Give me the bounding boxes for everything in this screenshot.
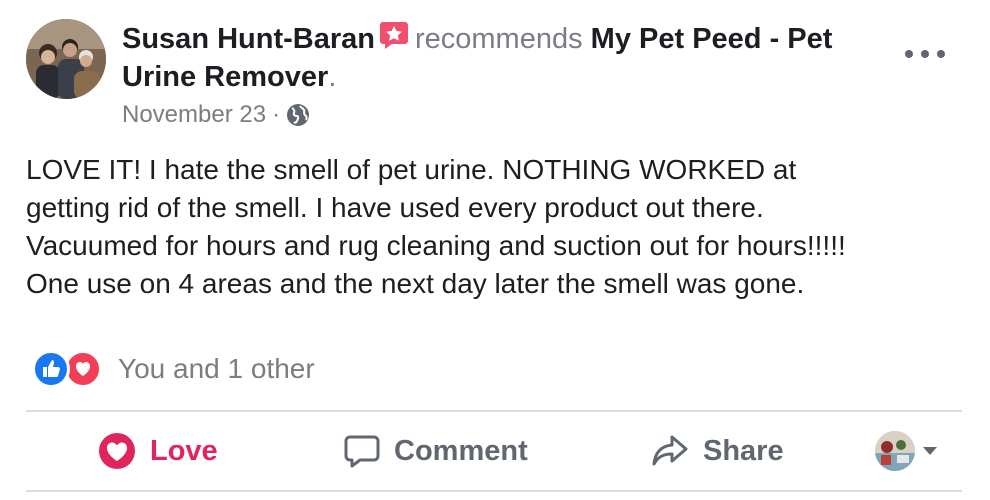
user-avatar [875,431,915,471]
reaction-icons [32,350,104,388]
share-button[interactable]: Share [651,412,784,490]
heart-icon [99,433,135,469]
post-actions-bar: Love Comment Share [26,412,962,490]
love-button-label: Love [150,434,218,467]
post-header: Susan Hunt-Baran recommends My Pet Peed -… [122,20,892,96]
actions-bottom-divider [26,490,962,492]
comment-button-label: Comment [394,434,528,467]
post-meta: November 23 · [122,101,310,129]
meta-separator: · [272,101,281,128]
recommends-text: recommends [414,23,583,55]
author-avatar[interactable] [26,19,106,99]
post-title-line: Susan Hunt-Baran recommends My Pet Peed -… [122,20,892,96]
thumbs-up-icon [32,350,70,388]
recommend-star-badge-icon [379,22,408,49]
globe-icon[interactable] [286,103,310,127]
recommendation-post: Susan Hunt-Baran recommends My Pet Peed -… [0,0,990,500]
author-name[interactable]: Susan Hunt-Baran [122,23,375,55]
comment-bubble-icon [344,435,380,468]
more-options-button[interactable] [905,44,945,64]
more-options-icon [921,50,929,58]
react-as-selector[interactable] [875,412,937,490]
share-arrow-icon [652,435,688,466]
reaction-summary[interactable]: You and 1 other [32,350,315,388]
more-options-icon [937,50,945,58]
post-body-text: LOVE IT! I hate the smell of pet urine. … [26,154,846,299]
share-button-label: Share [703,434,784,467]
love-button[interactable]: Love [98,412,218,490]
title-period: . [328,61,337,93]
chevron-down-icon [923,447,937,455]
reaction-count-text[interactable]: You and 1 other [118,353,315,385]
comment-button[interactable]: Comment [344,412,528,490]
post-date[interactable]: November 23 [122,101,266,129]
more-options-icon [905,50,913,58]
